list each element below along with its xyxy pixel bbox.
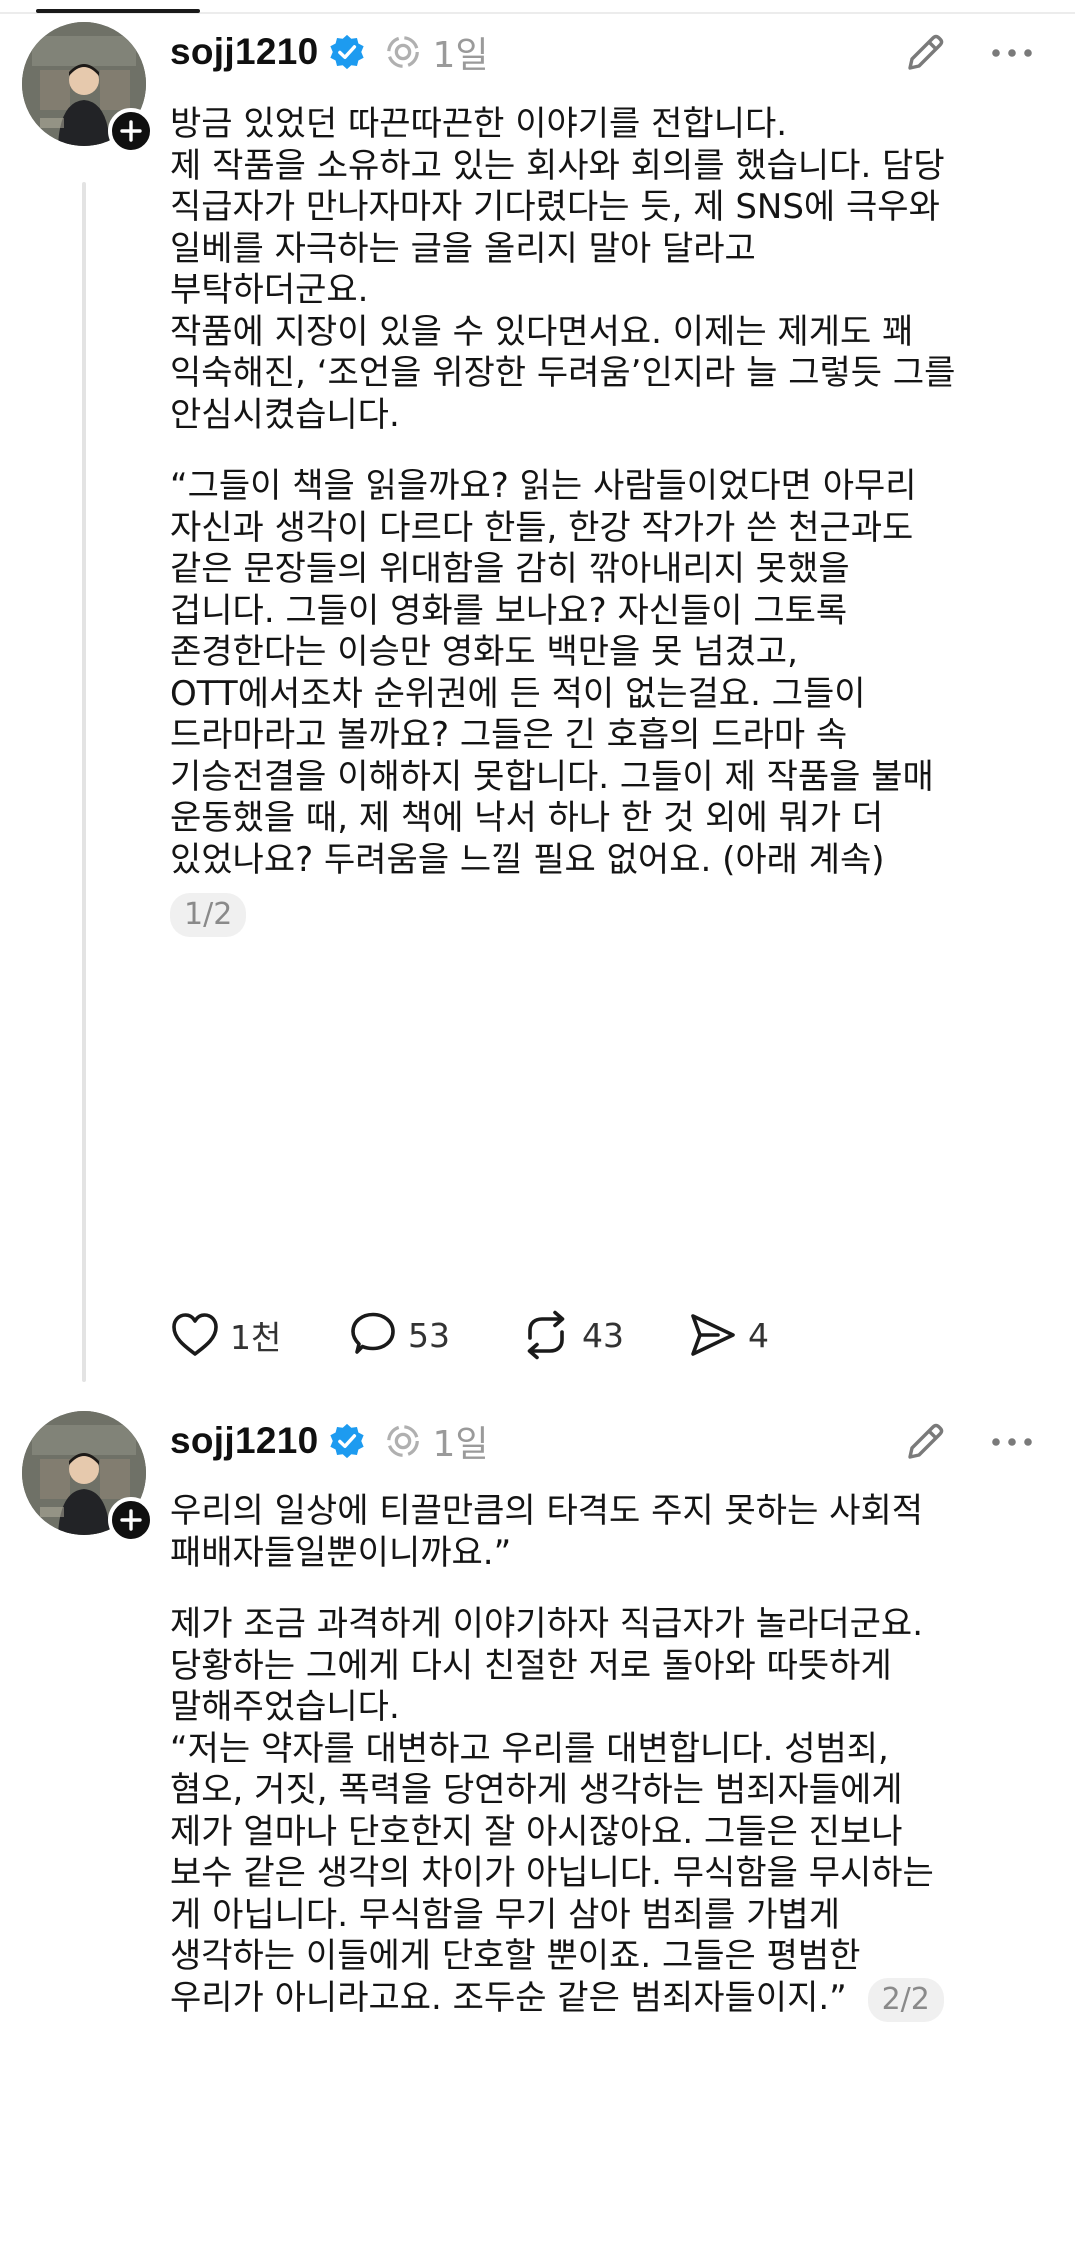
post-paragraph: 우리의 일상에 티끌만큼의 타격도 주지 못하는 사회적 패배자들일뿐이니까요.… xyxy=(170,1491,924,1573)
page-counter-badge: 1/2 xyxy=(170,893,247,937)
share-icon xyxy=(691,1314,735,1356)
like-button[interactable]: 1천 xyxy=(170,1305,281,1365)
comment-icon xyxy=(351,1312,395,1354)
post-actions: 1천 53 43 4 xyxy=(170,1305,1070,1365)
edit-icon[interactable] xyxy=(902,30,948,76)
thread-post: sojj1210 1일 우리의 일상에 티끌만큼의 타격도 주지 못하는 사회적… xyxy=(0,1395,1075,2263)
post-paragraph: “저는 약자를 대변하고 우리를 대변합니다. 성범죄, 혐오, 거짓, 폭력을… xyxy=(170,1728,934,2018)
verified-icon xyxy=(330,34,365,70)
verified-icon xyxy=(330,1423,365,1459)
post-time: 1일 xyxy=(432,1424,489,1465)
repost-count: 43 xyxy=(582,1315,624,1355)
author-avatar[interactable] xyxy=(22,22,154,154)
ai-label-icon xyxy=(387,36,420,68)
thread-post: sojj1210 1일 방금 있었던 따끈따끈한 이야기를 전합니다. 제 작품… xyxy=(0,0,1075,1395)
edit-icon[interactable] xyxy=(902,1419,948,1465)
heart-icon xyxy=(172,1313,218,1356)
ai-label-icon xyxy=(387,1425,420,1457)
share-button[interactable]: 4 xyxy=(688,1305,769,1365)
post-time: 1일 xyxy=(432,35,489,76)
post-body: 우리의 일상에 티끌만큼의 타격도 주지 못하는 사회적 패배자들일뿐이니까요.… xyxy=(170,1491,1050,2022)
follow-plus-icon[interactable] xyxy=(108,1497,154,1543)
username[interactable]: sojj1210 xyxy=(170,1420,318,1462)
username[interactable]: sojj1210 xyxy=(170,31,318,73)
post-paragraph: 제가 조금 과격하게 이야기하자 직급자가 놀라더군요. 당황하는 그에게 다시… xyxy=(170,1604,924,1727)
comment-button[interactable]: 53 xyxy=(348,1305,450,1365)
post-body: 방금 있었던 따끈따끈한 이야기를 전합니다. 제 작품을 소유하고 있는 회사… xyxy=(170,104,1050,937)
repost-icon xyxy=(527,1310,565,1360)
more-icon[interactable] xyxy=(988,1419,1036,1465)
share-count: 4 xyxy=(748,1315,769,1355)
thread-connector-line xyxy=(82,182,86,1382)
follow-plus-icon[interactable] xyxy=(108,108,154,154)
author-avatar[interactable] xyxy=(22,1411,154,1543)
post-header: sojj1210 1일 xyxy=(170,1411,488,1471)
post-paragraph: “그들이 책을 읽을까요? 읽는 사람들이었다면 아무리 자신과 생각이 다르다… xyxy=(170,466,934,880)
page-counter-badge: 2/2 xyxy=(867,1977,944,2022)
more-icon[interactable] xyxy=(988,30,1036,76)
post-header: sojj1210 1일 xyxy=(170,22,488,82)
post-paragraph: 방금 있었던 따끈따끈한 이야기를 전합니다. 제 작품을 소유하고 있는 회사… xyxy=(170,104,956,435)
repost-button[interactable]: 43 xyxy=(520,1305,624,1365)
comment-count: 53 xyxy=(408,1315,450,1355)
like-count: 1천 xyxy=(230,1318,282,1357)
